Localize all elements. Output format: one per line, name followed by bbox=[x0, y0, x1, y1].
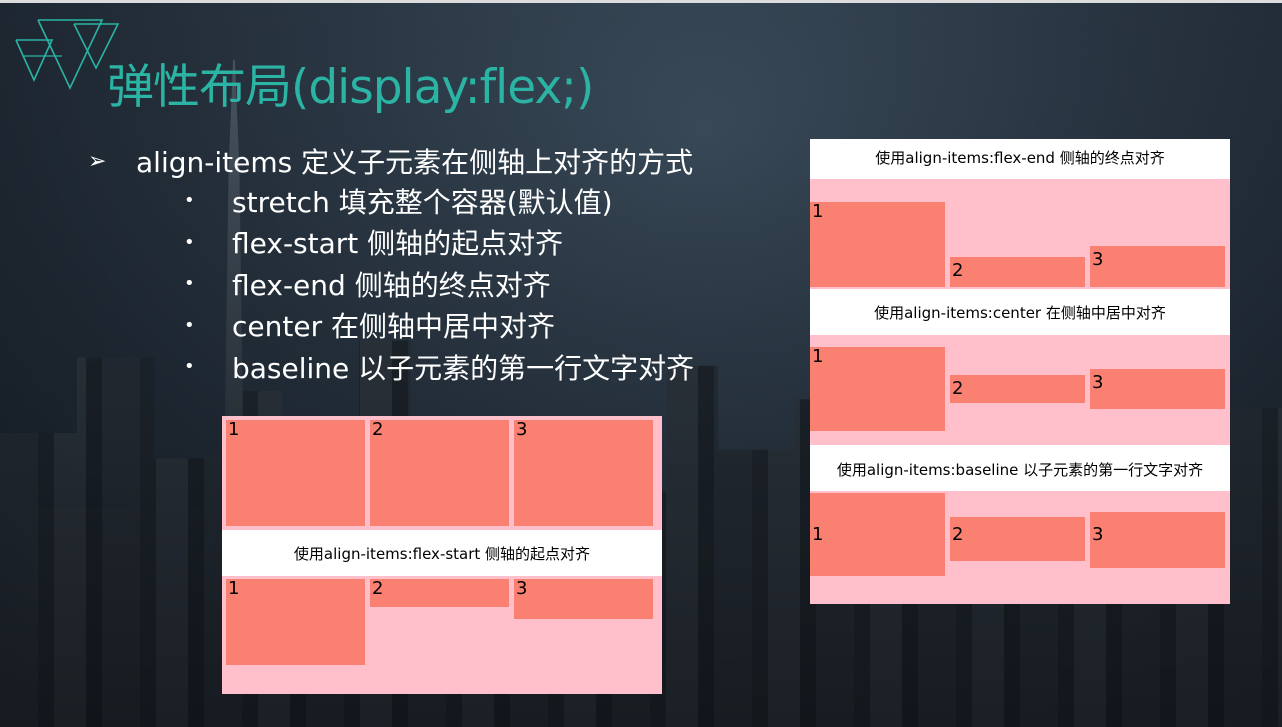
sub-bullet-stretch: • stretch 填充整个容器(默认值) bbox=[184, 180, 694, 222]
top-border bbox=[0, 0, 1282, 3]
flex-start-container: 1 2 3 bbox=[222, 576, 662, 694]
sub-bullet-text: flex-start 侧轴的起点对齐 bbox=[232, 227, 564, 261]
center-item-1: 1 bbox=[810, 347, 945, 431]
demo-panel-left: 1 2 3 使用align-items:flex-start 侧轴的起点对齐 1… bbox=[222, 416, 662, 694]
sub-bullet-text: baseline 以子元素的第一行文字对齐 bbox=[232, 351, 695, 385]
dot-bullet-icon: • bbox=[184, 190, 195, 212]
baseline-item-3: 3 bbox=[1090, 512, 1225, 568]
arrow-bullet-icon: ➢ bbox=[88, 148, 107, 174]
stretch-item-3: 3 bbox=[514, 420, 653, 526]
flex-end-item-2: 2 bbox=[950, 257, 1085, 287]
slide-title: 弹性布局(display:flex;) bbox=[107, 60, 594, 115]
sub-bullet-text: center 在侧轴中居中对齐 bbox=[232, 310, 555, 344]
main-bullet: ➢ align-items 定义子元素在侧轴上对齐的方式 bbox=[88, 142, 694, 180]
flex-end-item-3: 3 bbox=[1090, 246, 1225, 287]
flex-end-container: 1 2 3 bbox=[810, 179, 1230, 289]
center-label: 使用align-items:center 在侧轴中居中对齐 bbox=[810, 293, 1230, 333]
dot-bullet-icon: • bbox=[184, 273, 195, 295]
flex-end-item-1: 1 bbox=[810, 202, 945, 287]
demo-panel-right: 使用align-items:flex-end 侧轴的终点对齐 1 2 3 使用a… bbox=[810, 139, 1230, 604]
flex-start-item-3: 3 bbox=[514, 579, 653, 619]
sub-bullet-flex-end: • flex-end 侧轴的终点对齐 bbox=[184, 263, 694, 305]
baseline-item-2: 2 bbox=[950, 517, 1085, 561]
center-item-3: 3 bbox=[1090, 369, 1225, 409]
stretch-item-2: 2 bbox=[370, 420, 509, 526]
center-container: 1 2 3 bbox=[810, 335, 1230, 445]
flex-start-item-2: 2 bbox=[370, 579, 509, 607]
stretch-container: 1 2 3 bbox=[222, 416, 662, 530]
stretch-item-1: 1 bbox=[226, 420, 365, 526]
triangle-logo-icon bbox=[15, 19, 120, 90]
dot-bullet-icon: • bbox=[184, 356, 195, 378]
flex-start-label: 使用align-items:flex-start 侧轴的起点对齐 bbox=[222, 534, 662, 574]
flex-end-label: 使用align-items:flex-end 侧轴的终点对齐 bbox=[810, 139, 1230, 177]
bullet-list: ➢ align-items 定义子元素在侧轴上对齐的方式 • stretch 填… bbox=[88, 142, 694, 388]
sub-bullet-list: • stretch 填充整个容器(默认值) • flex-start 侧轴的起点… bbox=[184, 180, 694, 388]
sub-bullet-flex-start: • flex-start 侧轴的起点对齐 bbox=[184, 222, 694, 264]
sub-bullet-baseline: • baseline 以子元素的第一行文字对齐 bbox=[184, 346, 694, 388]
main-bullet-text: align-items 定义子元素在侧轴上对齐的方式 bbox=[136, 146, 694, 179]
dot-bullet-icon: • bbox=[184, 231, 195, 253]
flex-start-item-1: 1 bbox=[226, 579, 365, 665]
sub-bullet-text: stretch 填充整个容器(默认值) bbox=[232, 185, 613, 219]
baseline-container: 1 2 3 bbox=[810, 491, 1230, 604]
sub-bullet-text: flex-end 侧轴的终点对齐 bbox=[232, 268, 551, 302]
dot-bullet-icon: • bbox=[184, 314, 195, 336]
baseline-label: 使用align-items:baseline 以子元素的第一行文字对齐 bbox=[810, 449, 1230, 491]
center-item-2: 2 bbox=[950, 375, 1085, 403]
sub-bullet-center: • center 在侧轴中居中对齐 bbox=[184, 305, 694, 347]
baseline-item-1: 1 bbox=[810, 493, 945, 576]
